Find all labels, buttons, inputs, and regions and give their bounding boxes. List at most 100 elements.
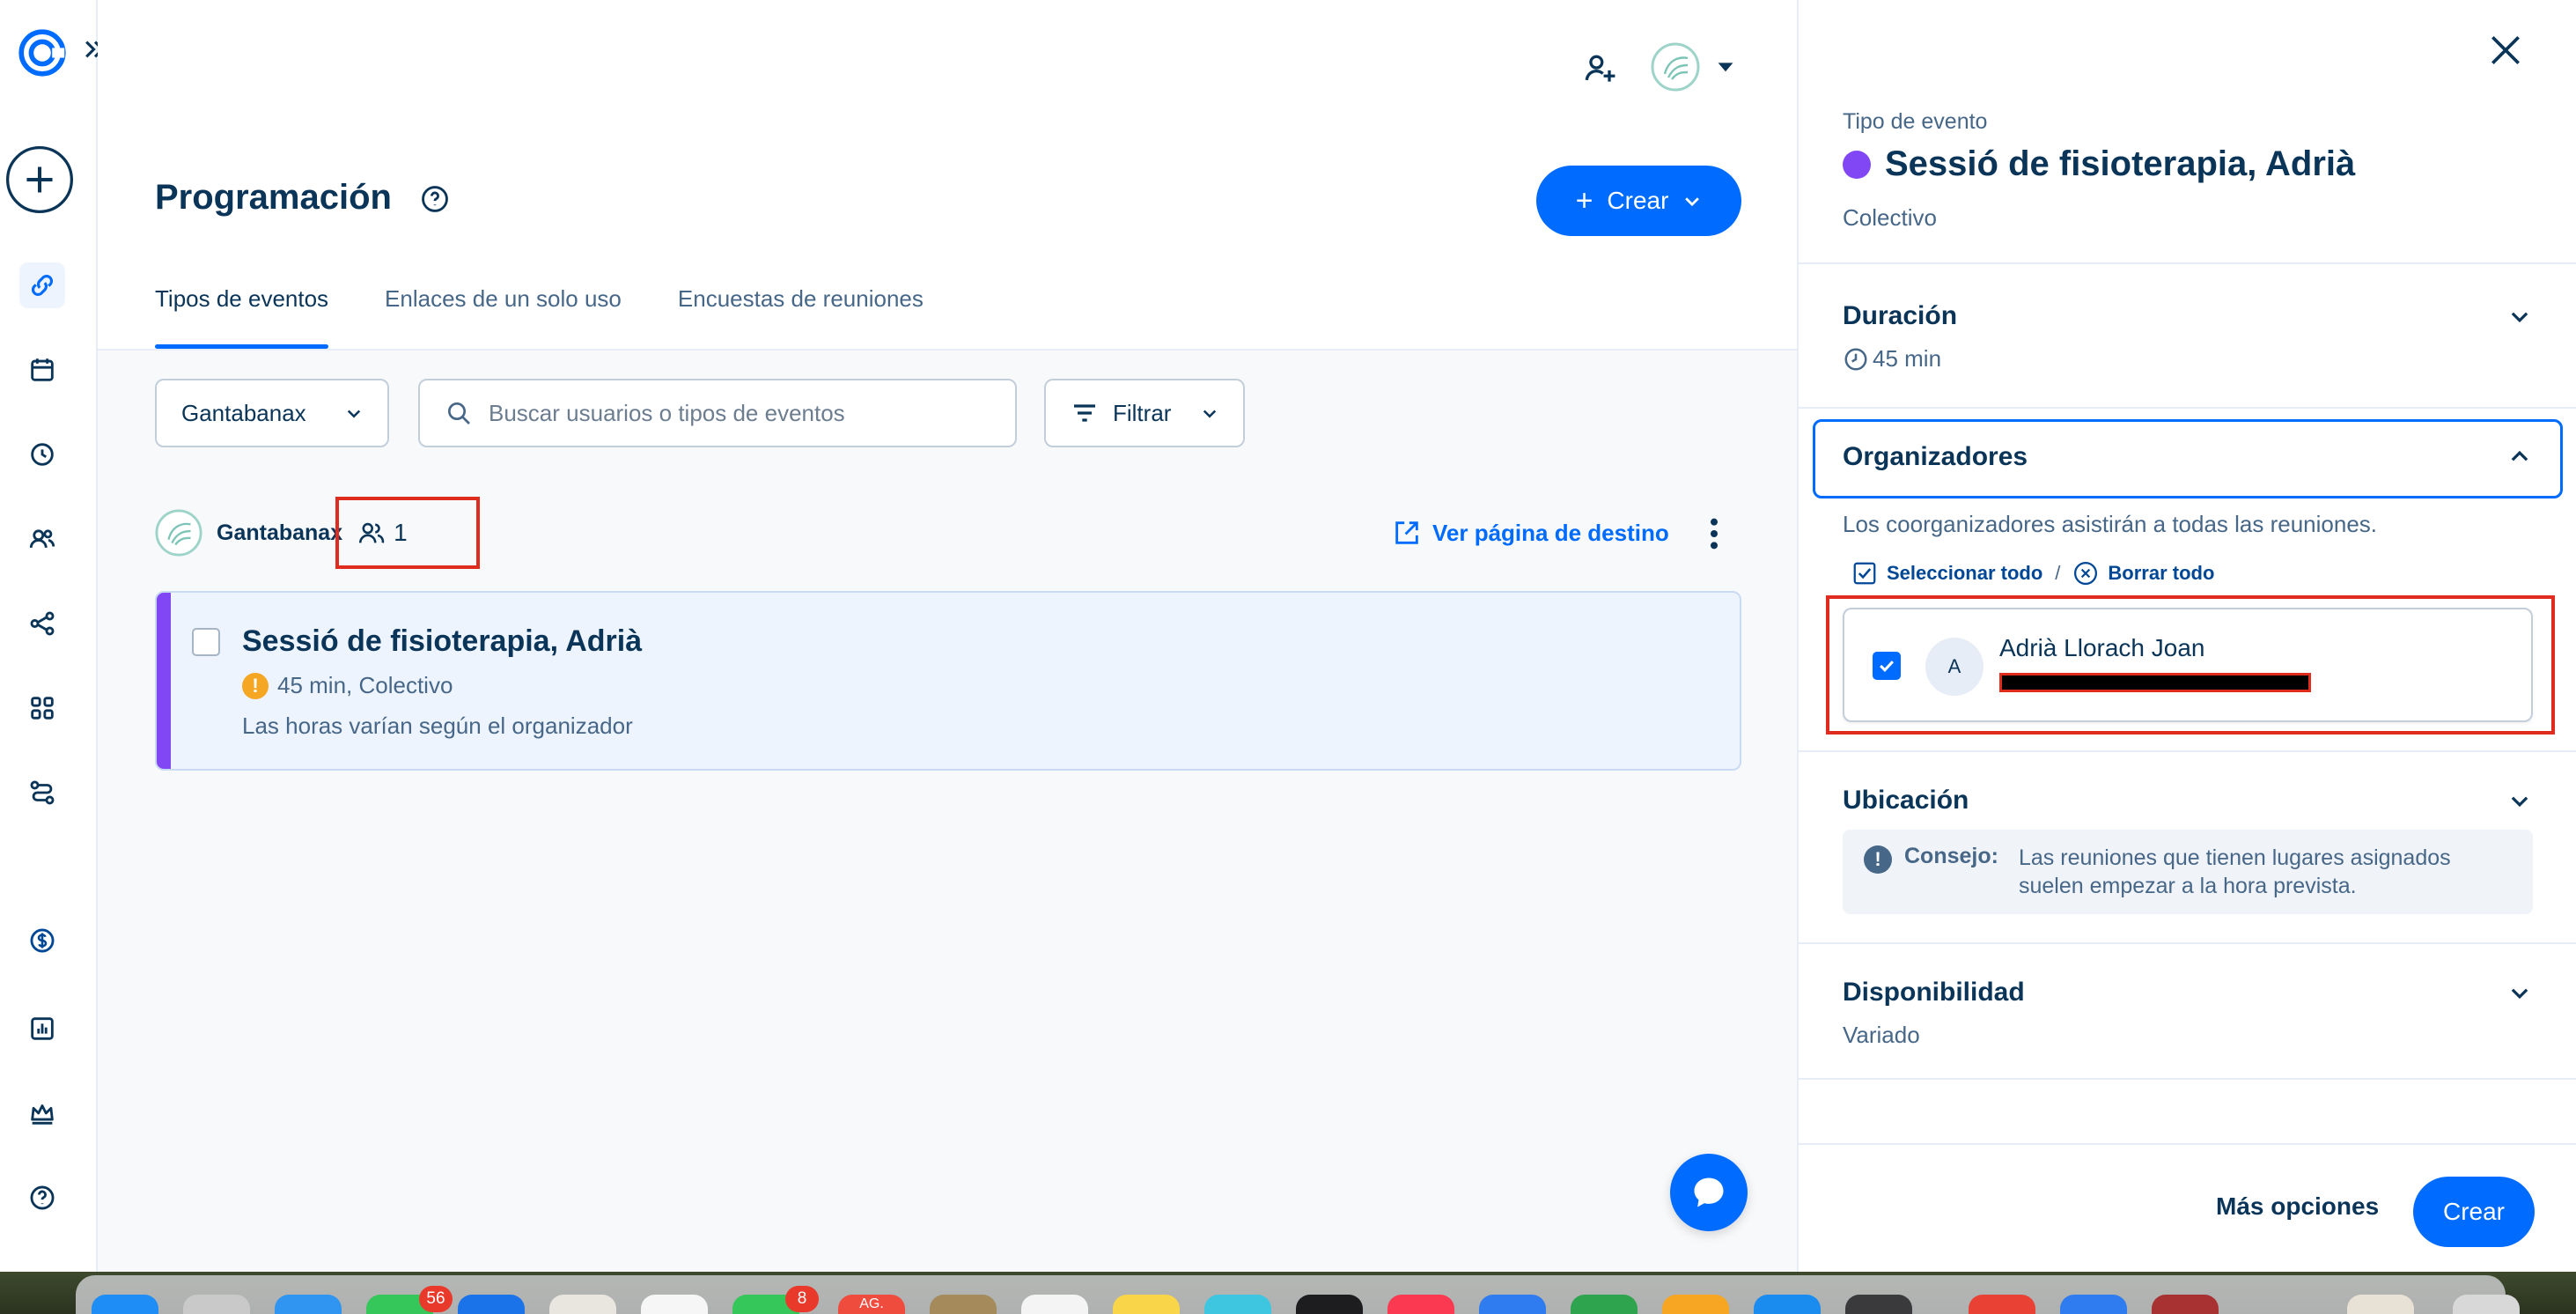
workflows-icon[interactable] [19,601,65,646]
tab-meeting-polls[interactable]: Encuestas de reuniones [678,282,924,349]
filter-button[interactable]: Filtrar [1044,379,1245,447]
vscode-app-icon[interactable] [2060,1295,2127,1314]
panel-create-button[interactable]: Crear [2413,1177,2535,1247]
external-link-icon [1395,521,1418,544]
routing-icon[interactable] [19,770,65,816]
tip-text: Las reuniones que tienen lugares asignad… [2019,845,2451,898]
contacts-people-icon[interactable] [19,516,65,562]
mail-app-icon[interactable] [458,1295,525,1314]
chrome-app-icon[interactable] [1969,1295,2035,1314]
event-description: Las horas varían según el organizador [242,712,633,739]
system-settings-app-icon[interactable] [1845,1295,1912,1314]
plus-icon: + [1575,184,1593,218]
select-clear-row: Seleccionar todo / Borrar todo [1851,560,2214,587]
tab-event-types[interactable]: Tipos de eventos [155,282,329,349]
scheduling-link-icon[interactable] [19,262,65,308]
divider [1799,262,2576,264]
event-select-checkbox[interactable] [192,628,220,656]
chevron-up-icon[interactable] [2508,446,2531,469]
generic-app-icon[interactable] [2152,1295,2219,1314]
filter-label: Filtrar [1113,399,1172,426]
help-circle-icon[interactable] [420,184,450,214]
documents-folder-icon[interactable] [2347,1295,2414,1314]
search-input[interactable]: Buscar usuarios o tipos de eventos [418,379,1017,447]
keynote-app-icon[interactable] [1479,1295,1546,1314]
admin-crown-icon[interactable] [19,1090,65,1136]
numbers-app-icon[interactable] [1571,1295,1638,1314]
scheduling-main-area: Programación + Crear Tipos de eventos En… [98,0,1797,1272]
chevron-down-icon[interactable] [2508,981,2531,1004]
photos-app-icon[interactable] [641,1295,708,1314]
host-card[interactable]: A Adrià Llorach Joan [1843,608,2533,722]
checkmark-icon [1880,661,1894,672]
calendly-logo-icon[interactable] [16,26,69,79]
location-tip-box: ! Consejo: Las reuniones que tienen luga… [1843,830,2533,914]
event-title[interactable]: Sessió de fisioterapia, Adrià [242,624,642,659]
host-avatar: A [1925,638,1984,696]
page-title: Programación [155,178,392,217]
support-chat-button[interactable] [1670,1154,1748,1231]
select-all-checkbox-icon[interactable] [1851,560,1878,587]
event-meta: ! 45 min, Colectivo [242,672,453,699]
integrations-grid-icon[interactable] [19,685,65,731]
divider [1799,750,2576,752]
safari-app-icon[interactable] [275,1295,342,1314]
select-all-link[interactable]: Seleccionar todo [1887,562,2042,585]
create-button-label: Crear [1607,187,1669,214]
new-item-plus-icon[interactable] [1,144,78,215]
help-center-icon[interactable] [19,1175,65,1221]
tab-single-use-links[interactable]: Enlaces de un solo uso [385,282,622,349]
meetings-calendar-icon[interactable] [19,347,65,393]
organization-select[interactable]: Gantabanax [155,379,389,447]
more-options-button[interactable]: Más opciones [2216,1192,2379,1221]
calendar-app-icon[interactable]: AG. [838,1295,905,1314]
account-menu-caret-icon[interactable] [1716,62,1739,78]
freeform-app-icon[interactable] [1204,1295,1271,1314]
panel-subtitle: Colectivo [1843,204,1937,231]
location-section-title[interactable]: Ubicación [1843,786,1969,816]
organizers-hint: Los coorganizadores asistirán a todas la… [1843,511,2378,537]
more-options-kebab-icon[interactable] [1710,516,1719,551]
chevron-down-icon [1685,197,1700,207]
chevron-down-icon [1203,410,1217,418]
maps-app-icon[interactable] [549,1295,616,1314]
messages-badge: 56 [419,1286,453,1312]
divider [1799,407,2576,409]
chat-bubble-icon [1694,1177,1724,1207]
music-app-icon[interactable] [1387,1295,1454,1314]
view-landing-page-link[interactable]: Ver página de destino [1392,518,1669,548]
reminders-app-icon[interactable] [1021,1295,1088,1314]
facetime-badge: 8 [785,1286,819,1312]
redacted-email-bar [1999,673,2311,692]
duration-value: 45 min [1873,345,1942,372]
clear-all-x-icon[interactable] [2072,560,2099,587]
account-avatar[interactable] [1651,42,1700,92]
close-panel-icon[interactable] [2486,31,2525,70]
duration-section-title[interactable]: Duración [1843,301,1957,331]
contacts-app-icon[interactable] [930,1295,997,1314]
availability-clock-icon[interactable] [19,432,65,477]
host-checkbox[interactable] [1873,652,1901,680]
tv-app-icon[interactable] [1296,1295,1363,1314]
launchpad-app-icon[interactable] [183,1295,250,1314]
pages-app-icon[interactable] [1662,1295,1729,1314]
clear-all-link[interactable]: Borrar todo [2108,562,2214,585]
event-type-card[interactable]: Sessió de fisioterapia, Adrià ! 45 min, … [155,591,1741,771]
availability-section-title[interactable]: Disponibilidad [1843,978,2025,1008]
trash-icon[interactable] [2453,1295,2520,1314]
divider [1799,1078,2576,1080]
analytics-chart-icon[interactable] [19,1006,65,1052]
owner-name: Gantabanax [217,520,343,545]
app-store-icon[interactable] [1754,1295,1821,1314]
owner-avatar [155,509,202,557]
view-landing-page-label: Ver página de destino [1432,519,1669,546]
invite-user-icon[interactable] [1580,49,1619,88]
create-button[interactable]: + Crear [1536,166,1741,236]
host-name: Adrià Llorach Joan [1999,634,2205,661]
chevron-down-icon[interactable] [2508,789,2531,812]
panel-title-row: Sessió de fisioterapia, Adrià [1843,144,2355,184]
finder-app-icon[interactable] [92,1295,158,1314]
chevron-down-icon[interactable] [2508,305,2531,328]
upgrade-dollar-icon[interactable] [19,918,65,963]
notes-app-icon[interactable] [1113,1295,1180,1314]
